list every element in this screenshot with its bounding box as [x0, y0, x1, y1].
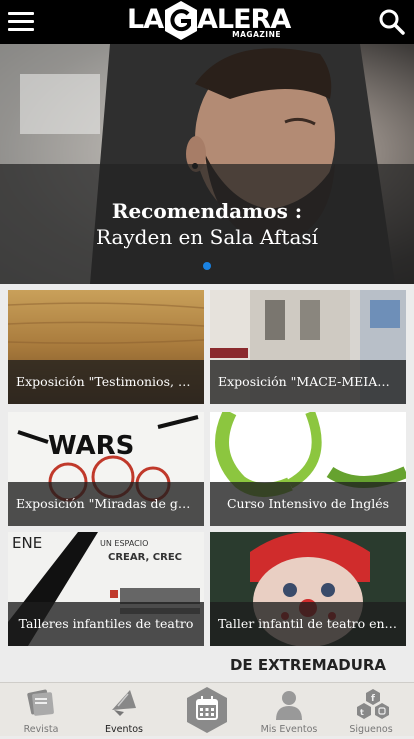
- hexagon-g-icon: [165, 1, 197, 40]
- event-card[interactable]: Exposición "Testimonios, herramientas y …: [8, 290, 204, 404]
- top-bar: LA ALERA MAGAZINE: [0, 0, 414, 44]
- svg-text:f: f: [371, 694, 375, 704]
- tab-eventos[interactable]: Eventos: [91, 683, 157, 737]
- brand-logo[interactable]: LA ALERA MAGAZINE: [0, 0, 414, 44]
- svg-text:ENE: ENE: [12, 534, 42, 552]
- tab-calendar[interactable]: [183, 685, 231, 735]
- event-banner-text: DE EXTREMADURA: [229, 656, 387, 674]
- hero-title: Recomendamos :: [111, 199, 303, 223]
- slider-dot-active[interactable]: [203, 262, 211, 270]
- svg-text:t: t: [360, 708, 364, 717]
- tab-label: Revista: [23, 724, 59, 735]
- magazine-icon: [27, 689, 54, 716]
- megaphone-icon: [112, 690, 136, 716]
- calendar-icon: [187, 687, 227, 733]
- event-card-title: Taller infantil de teatro en Cáceres: [210, 602, 406, 646]
- event-image-blank: [8, 652, 204, 682]
- event-card-title: Exposición "MACE-MEIAC Intercambio de co…: [210, 360, 406, 404]
- event-card[interactable]: ENE UN ESPACIO CREAR, CREC Talleres infa…: [8, 532, 204, 646]
- event-card[interactable]: Taller infantil de teatro en Cáceres: [210, 532, 406, 646]
- event-card-title: Exposición "Testimonios, herramientas y …: [8, 360, 204, 404]
- event-card-title: Talleres infantiles de teatro: [8, 602, 204, 646]
- social-icon: f t: [357, 689, 389, 719]
- event-card[interactable]: Curso Intensivo de Inglés: [210, 412, 406, 526]
- tab-revista[interactable]: Revista: [8, 683, 74, 737]
- svg-text:UN ESPACIO: UN ESPACIO: [100, 539, 148, 548]
- tab-label: Siguenos: [349, 724, 393, 735]
- svg-text:WARS: WARS: [48, 431, 134, 461]
- tab-label: Mis Eventos: [260, 724, 318, 735]
- hero-subtitle: Rayden en Sala Aftasí: [95, 225, 319, 249]
- event-card-title: Curso Intensivo de Inglés: [210, 482, 406, 526]
- event-card[interactable]: Exposición "MACE-MEIAC Intercambio de co…: [210, 290, 406, 404]
- event-card[interactable]: WARS Exposición "Miradas de guerra": [8, 412, 204, 526]
- featured-slider[interactable]: Recomendamos : Rayden en Sala Aftasí: [0, 44, 414, 284]
- bottom-tab-bar: Revista Eventos Mis Eventos f t Siguenos: [0, 682, 414, 736]
- brand-subtitle: MAGAZINE: [232, 30, 281, 39]
- tab-mis-eventos[interactable]: Mis Eventos: [256, 683, 322, 737]
- event-card-title: Exposición "Miradas de guerra": [8, 482, 204, 526]
- event-card-partial[interactable]: [8, 652, 204, 682]
- svg-text:CREAR, CREC: CREAR, CREC: [108, 552, 182, 563]
- brand-text-left: LA: [127, 4, 164, 35]
- user-icon: [276, 691, 302, 720]
- tab-siguenos[interactable]: f t Siguenos: [338, 683, 404, 737]
- slider-pagination: [203, 262, 211, 270]
- search-icon[interactable]: [378, 8, 406, 36]
- event-card-partial[interactable]: DE EXTREMADURA: [210, 652, 406, 682]
- tab-label: Eventos: [105, 724, 143, 735]
